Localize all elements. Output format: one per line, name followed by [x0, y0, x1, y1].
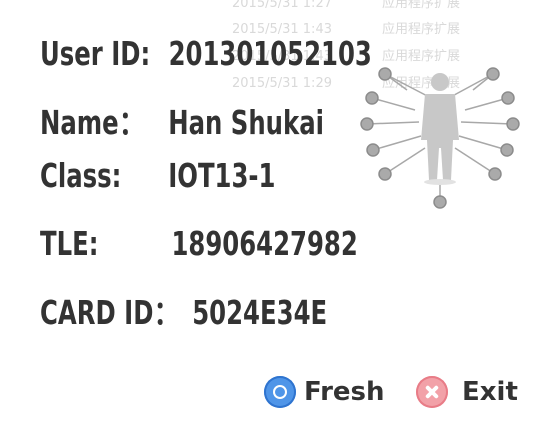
card-id-label: CARD ID： [40, 293, 181, 332]
card-id-row: CARD ID： 5024E34E [40, 286, 327, 334]
fresh-button-label: Fresh [304, 377, 385, 407]
class-value: IOT13-1 [168, 156, 276, 195]
name-label: Name： [40, 103, 146, 142]
tle-row: TLE: 18906427982 [40, 224, 358, 263]
fresh-button[interactable]: Fresh [264, 376, 385, 408]
user-id-label: User ID: [40, 34, 151, 73]
card-id-value: 5024E34E [192, 293, 328, 332]
close-icon [416, 376, 448, 408]
user-id-row: User ID: 201301052103 [40, 34, 372, 73]
exit-button[interactable]: Exit [416, 376, 518, 408]
background-log-row: 2015/5/31 1:27 应用程序扩展 [232, 0, 461, 11]
class-row: Class: IOT13-1 [40, 156, 275, 195]
tle-label: TLE: [40, 224, 99, 263]
network-person-icon [360, 67, 520, 209]
name-row: Name： Han Shukai [40, 96, 324, 144]
user-id-value: 201301052103 [168, 34, 372, 73]
refresh-icon [264, 376, 296, 408]
name-value: Han Shukai [168, 103, 324, 142]
tle-value: 18906427982 [171, 224, 358, 263]
class-label: Class: [40, 156, 122, 195]
exit-button-label: Exit [462, 377, 518, 407]
